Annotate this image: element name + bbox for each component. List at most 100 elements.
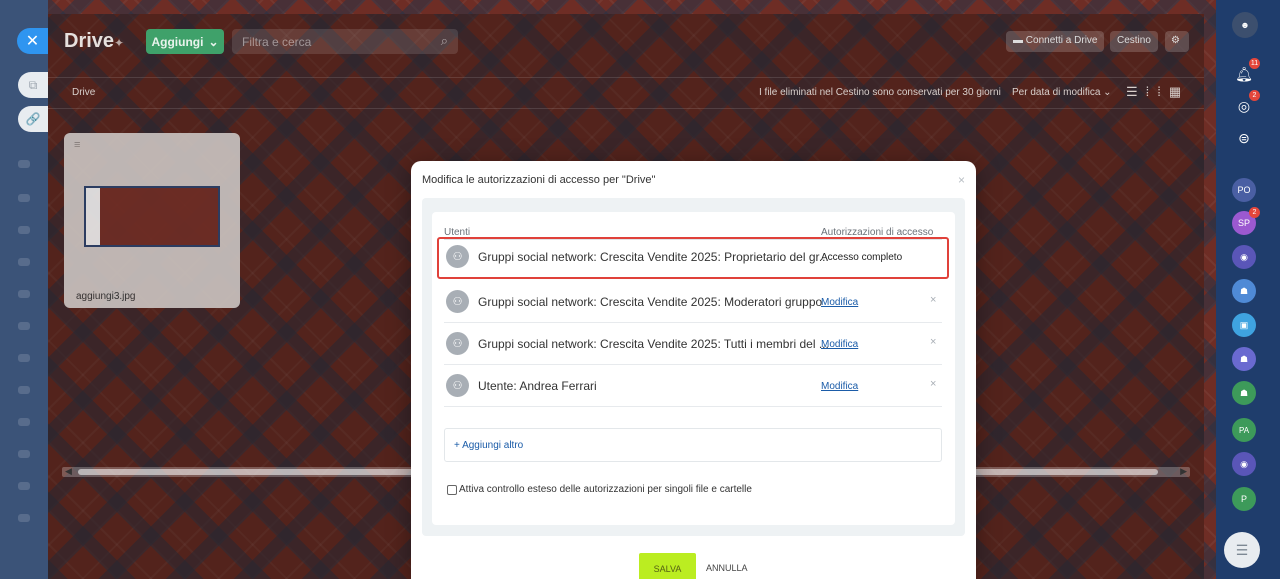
permissions-card: Utenti Autorizzazioni di accesso ⚇ Grupp… (432, 212, 955, 525)
view-mode-switcher[interactable]: ☰⁞⁞▦ (1126, 84, 1189, 100)
connect-drive-label: Connetti a Drive (1025, 35, 1098, 46)
nav-placeholder (18, 194, 30, 202)
save-button[interactable]: SALVA (639, 553, 696, 579)
trash-button[interactable]: Cestino (1110, 31, 1158, 52)
group-icon: ☗ (1239, 387, 1249, 398)
dialog-body: Utenti Autorizzazioni di accesso ⚇ Grupp… (422, 198, 965, 536)
chat-bubble-icon: ▣ (1239, 319, 1249, 330)
contact-pa[interactable]: PA (1232, 418, 1256, 442)
permission-row-owner: ⚇ Gruppi social network: Crescita Vendit… (437, 237, 949, 279)
row-entity-name: Gruppi social network: Crescita Vendite … (478, 295, 823, 309)
target-icon: ◎ (1237, 97, 1251, 114)
nav-placeholder (18, 226, 30, 234)
remove-icon[interactable]: × (930, 294, 936, 306)
edit-permission-link[interactable]: Modifica (821, 297, 858, 308)
notifications-badge: 11 (1249, 58, 1260, 69)
contact-group-3[interactable]: ☗ (1232, 347, 1256, 371)
trash-label: Cestino (1117, 35, 1151, 46)
row-entity-name: Utente: Andrea Ferrari (478, 379, 597, 393)
open-in-new-window-button[interactable]: ⧉ (18, 72, 48, 98)
close-icon: ✕ (25, 33, 40, 50)
contact-sp[interactable]: SP 2 (1232, 207, 1260, 235)
search-input[interactable]: Filtra e cerca ⌕ (232, 29, 458, 54)
drive-icon: ▬ (1013, 35, 1023, 46)
grid-view-icon[interactable]: ⁞⁞ (1146, 84, 1169, 99)
permissions-dialog: Modifica le autorizzazioni di accesso pe… (411, 161, 976, 579)
group-icon: ◉ (1240, 251, 1248, 262)
user-avatar[interactable]: ☻ (1232, 12, 1258, 38)
right-sidebar: ☻ 🔔︎ 11 ◎ 2 ⊜ PO SP 2 ◉ ☗ ▣ ☗ ☗ PA ◉ P ☰ (1216, 0, 1280, 579)
extended-control-checkbox[interactable]: Attiva controllo esteso delle autorizzaz… (447, 484, 752, 495)
remove-icon[interactable]: × (930, 378, 936, 390)
activity-button[interactable]: ◎ 2 (1232, 90, 1260, 118)
cancel-button[interactable]: ANNULLA (706, 563, 748, 573)
avatar-initials: SP (1237, 218, 1250, 228)
close-slider-button[interactable]: ✕ (17, 28, 48, 54)
contact-p[interactable]: P (1232, 487, 1256, 511)
contact-group-2[interactable]: ☗ (1232, 279, 1256, 303)
file-name[interactable]: aggiungi3.jpg (76, 291, 136, 302)
group-icon: ⚇ (446, 245, 469, 268)
avatar-initials: P (1240, 494, 1247, 504)
scroll-left-icon[interactable]: ◀ (65, 466, 72, 477)
connect-drive-button[interactable]: ▬ Connetti a Drive (1006, 31, 1105, 52)
row-entity-name: Gruppi social network: Crescita Vendite … (478, 337, 829, 351)
search-placeholder: Filtra e cerca (242, 35, 312, 49)
contact-po[interactable]: PO (1232, 178, 1256, 202)
add-button-label: Aggiungi (151, 34, 204, 49)
chat-icon: ⊜ (1238, 129, 1250, 146)
menu-icon[interactable]: ≡ (74, 139, 80, 151)
contact-chat[interactable]: ▣ (1232, 313, 1256, 337)
file-thumbnail (84, 186, 220, 247)
messenger-button[interactable]: ☰ (1224, 532, 1260, 568)
thumbnail-sidebar (86, 188, 100, 245)
close-icon[interactable]: × (958, 173, 965, 187)
page-title: Drive (64, 30, 115, 52)
nav-placeholder (18, 482, 30, 490)
sort-dropdown[interactable]: Per data di modifica ⌄ (1012, 87, 1112, 98)
avatar-initials: PO (1237, 185, 1251, 195)
row-permission-value: Accesso completo (821, 252, 903, 263)
avatar-icon: ☻ (1240, 20, 1250, 30)
chat-search-button[interactable]: ⊜ (1232, 126, 1256, 150)
sort-label: Per data di modifica (1012, 87, 1101, 98)
add-more-button[interactable]: + Aggiungi altro (444, 428, 942, 462)
link-icon: 🔗 (25, 112, 41, 126)
permission-row-moderators: ⚇ Gruppi social network: Crescita Vendit… (444, 282, 942, 323)
nav-placeholder (18, 450, 30, 458)
nav-placeholder (18, 514, 30, 522)
group-icon: ⚇ (446, 290, 469, 313)
file-card[interactable]: ≡ aggiungi3.jpg (64, 133, 240, 308)
notifications-button[interactable]: 🔔︎ 11 (1232, 58, 1260, 86)
permission-row-all-members: ⚇ Gruppi social network: Crescita Vendit… (444, 324, 942, 365)
scroll-right-icon[interactable]: ▶ (1180, 466, 1187, 477)
copy-link-button[interactable]: 🔗 (18, 106, 48, 132)
contact-group-5[interactable]: ◉ (1232, 452, 1256, 476)
checkbox[interactable] (447, 484, 457, 495)
list-view-icon[interactable]: ☰ (1126, 84, 1146, 99)
nav-placeholder (18, 258, 30, 266)
edit-permission-link[interactable]: Modifica (821, 339, 858, 350)
breadcrumb[interactable]: Drive (72, 87, 95, 98)
external-link-icon: ⧉ (28, 77, 38, 92)
dialog-title: Modifica le autorizzazioni di accesso pe… (422, 174, 656, 186)
nav-placeholder (18, 290, 30, 298)
extended-control-label: Attiva controllo esteso delle autorizzaz… (459, 484, 752, 495)
chevron-down-icon: ⌄ (1103, 87, 1112, 98)
activity-badge: 2 (1249, 90, 1260, 101)
toolbar: Drive I file eliminati nel Cestino sono … (48, 77, 1204, 109)
sp-badge: 2 (1249, 207, 1260, 218)
gear-icon: ⚙ (1171, 35, 1180, 46)
contact-group-1[interactable]: ◉ (1232, 245, 1256, 269)
tile-view-icon[interactable]: ▦ (1169, 84, 1189, 99)
retention-note: I file eliminati nel Cestino sono conser… (759, 87, 1001, 98)
remove-icon[interactable]: × (930, 336, 936, 348)
bell-icon: 🔔︎ (1235, 65, 1253, 82)
contact-group-4[interactable]: ☗ (1232, 381, 1256, 405)
nav-placeholder (18, 418, 30, 426)
edit-permission-link[interactable]: Modifica (821, 381, 858, 392)
settings-button[interactable]: ⚙ (1165, 31, 1189, 52)
pin-icon[interactable]: ✦ (114, 36, 124, 50)
add-button[interactable]: Aggiungi ⌄ (146, 29, 224, 54)
group-icon: ☗ (1239, 353, 1249, 364)
